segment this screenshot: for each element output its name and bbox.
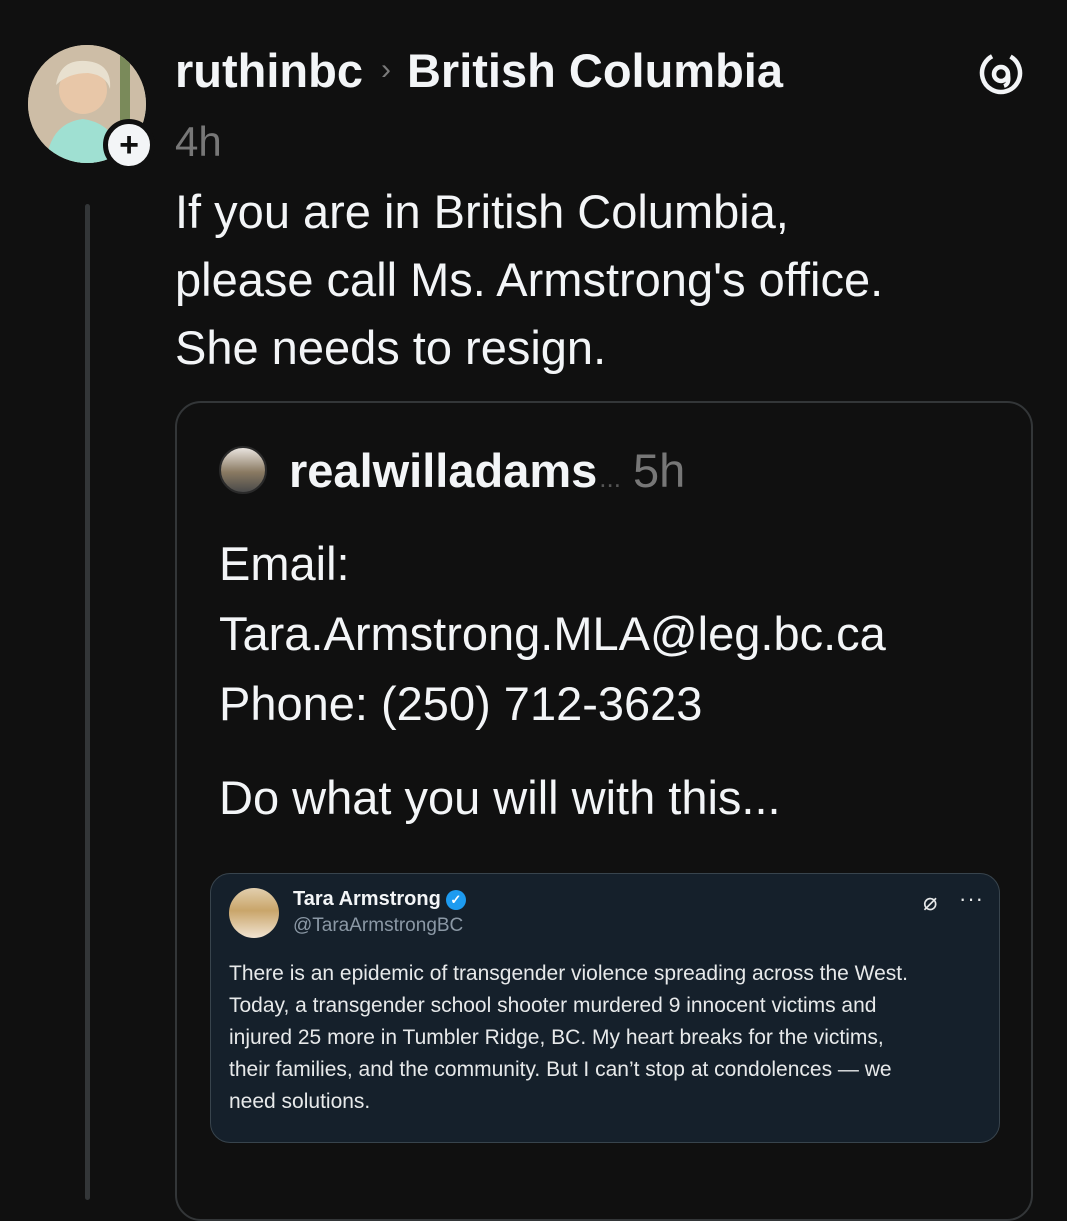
verified-check-icon: ✓ [445, 889, 466, 910]
tweet-text-line: need solutions. [229, 1090, 371, 1113]
post-text-line: If you are in British Columbia, [175, 185, 789, 238]
phone-number[interactable]: Phone: (250) 712-3623 [219, 669, 1019, 739]
tweet-text: There is an epidemic of transgender viol… [229, 958, 989, 1118]
tweet-text-line: Today, a transgender school shooter murd… [229, 994, 877, 1017]
tweet-author-name-row: Tara Armstrong ✓ [293, 888, 466, 911]
threads-logo-icon[interactable] [978, 50, 1024, 96]
quoted-author-avatar[interactable] [219, 446, 267, 494]
quoted-post-text: Do what you will with this... [219, 771, 781, 824]
email-label: Email: [219, 537, 350, 590]
chevron-right-icon: › [380, 53, 391, 86]
tweet-author-avatar [229, 888, 279, 938]
author-username[interactable]: ruthinbc [175, 43, 363, 98]
thread-connector-line [85, 204, 90, 1200]
grok-icon: ⌀ [923, 889, 938, 916]
username-truncation: ... [599, 463, 621, 493]
more-icon: ··· [959, 886, 984, 911]
quoted-post-timestamp: 5h [632, 444, 686, 497]
quoted-post-header: realwilladams ... 5h [289, 443, 685, 499]
embedded-tweet-screenshot[interactable]: Tara Armstrong ✓ @TaraArmstrongBC ⌀ ··· … [210, 873, 1000, 1143]
quoted-post-card[interactable]: realwilladams ... 5h Email: Tara.Armstro… [175, 401, 1033, 1221]
email-address[interactable]: Tara.Armstrong.MLA@leg.bc.ca [219, 599, 1019, 669]
quoted-author-username[interactable]: realwilladams [289, 443, 597, 498]
tweet-text-line: their families, and the community. But I… [229, 1058, 892, 1081]
tweet-author-handle: @TaraArmstrongBC [293, 915, 464, 936]
plus-icon: + [119, 126, 139, 164]
post-text-line: please call Ms. Armstrong's office. [175, 253, 884, 306]
tweet-text-line: injured 25 more in Tumbler Ridge, BC. My… [229, 1026, 884, 1049]
follow-button[interactable]: + [103, 119, 155, 171]
tweet-author-name: Tara Armstrong [293, 888, 441, 910]
community-tag[interactable]: British Columbia [407, 43, 783, 98]
tweet-text-line: There is an epidemic of transgender viol… [229, 962, 908, 985]
post-text-line: She needs to resign. [175, 321, 607, 374]
post-timestamp: 4h [175, 118, 222, 165]
post-header: ruthinbc › British Columbia [175, 42, 783, 98]
quoted-post-body: Email: Tara.Armstrong.MLA@leg.bc.ca Phon… [219, 529, 1019, 833]
post-body: If you are in British Columbia, please c… [175, 178, 1045, 382]
